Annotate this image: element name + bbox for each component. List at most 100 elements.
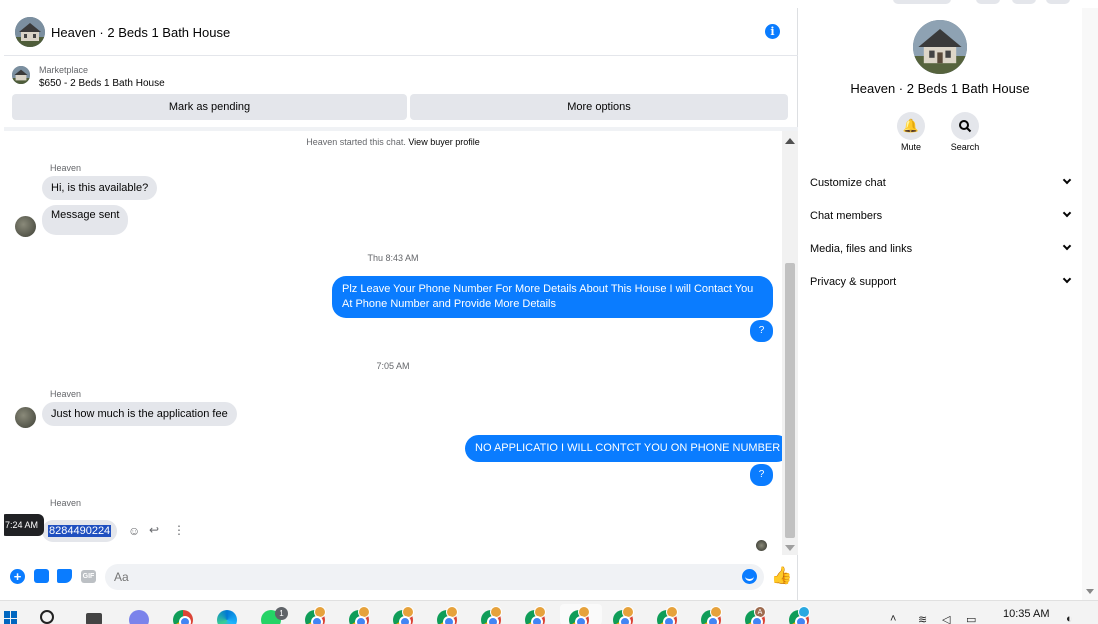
- conversation-name: Heaven · 2 Beds 1 Bath House: [850, 81, 1030, 96]
- section-label: Privacy & support: [810, 276, 897, 288]
- search-label: Search: [950, 142, 980, 152]
- info-icon[interactable]: i: [765, 24, 780, 39]
- message-scrollbar[interactable]: [782, 131, 798, 555]
- search-icon[interactable]: [951, 112, 979, 140]
- reply-icon[interactable]: ↩: [149, 523, 159, 537]
- chevron-down-icon: [1062, 208, 1072, 218]
- chrome-profile-icon[interactable]: [789, 606, 810, 624]
- scroll-down-arrow[interactable]: [785, 545, 795, 551]
- listing-thumbnail: [12, 66, 30, 84]
- incoming-message[interactable]: Hi, is this available?: [42, 176, 158, 200]
- sender-avatar[interactable]: [15, 216, 36, 237]
- react-icon[interactable]: ☺: [128, 524, 140, 538]
- gif-icon[interactable]: GIF: [81, 570, 96, 583]
- edge-icon[interactable]: [217, 610, 237, 624]
- listing-title: $650 - 2 Beds 1 Bath House: [39, 78, 165, 89]
- mark-as-pending-button[interactable]: Mark as pending: [12, 94, 407, 120]
- plus-icon[interactable]: +: [10, 569, 25, 584]
- scroll-up-arrow[interactable]: [785, 138, 795, 144]
- hover-timestamp-tooltip: 7:24 AM: [4, 514, 44, 536]
- search-icon[interactable]: [40, 610, 54, 624]
- section-customize-chat[interactable]: Customize chat: [810, 174, 1072, 194]
- taskbar-clock[interactable]: 10:35 AM: [1003, 608, 1049, 620]
- scroll-thumb[interactable]: [785, 263, 795, 538]
- profile-icon: [490, 606, 502, 618]
- outgoing-message[interactable]: NO APPLICATIO I WILL CONTCT YOU ON PHONE…: [465, 435, 782, 462]
- chrome-icon[interactable]: [173, 610, 193, 624]
- chrome-profile-icon[interactable]: [613, 606, 634, 624]
- wifi-icon[interactable]: ≋: [918, 613, 927, 624]
- more-actions-icon[interactable]: ⋮: [173, 523, 185, 537]
- chevron-up-icon[interactable]: ˄: [890, 613, 896, 624]
- sticker-icon[interactable]: [57, 569, 72, 583]
- top-pill: [1046, 0, 1070, 4]
- conversation-avatar[interactable]: [913, 20, 967, 74]
- conversation-info-panel: Heaven · 2 Beds 1 Bath House 🔔 Mute Sear…: [798, 8, 1082, 600]
- page-scrollbar[interactable]: [1082, 8, 1098, 600]
- browser-top-strip: [0, 0, 1098, 8]
- sender-avatar[interactable]: [15, 407, 36, 428]
- chrome-profile-icon[interactable]: [437, 606, 458, 624]
- house-icon: [913, 20, 967, 74]
- message-input[interactable]: [105, 564, 764, 590]
- chevron-down-icon: [1062, 241, 1072, 251]
- marketplace-label: Marketplace: [39, 65, 89, 75]
- battery-icon[interactable]: ▭: [966, 613, 976, 624]
- notification-icon[interactable]: ◐: [1066, 613, 1073, 624]
- chat-avatar[interactable]: [15, 17, 45, 47]
- marketplace-listing-row[interactable]: Marketplace $650 - 2 Beds 1 Bath House: [4, 57, 798, 97]
- profile-icon: [578, 606, 590, 618]
- phone-number-text[interactable]: 8284490224: [48, 525, 112, 537]
- section-label: Chat members: [810, 210, 883, 222]
- outgoing-message[interactable]: ?: [750, 464, 773, 486]
- scroll-down-arrow[interactable]: [1086, 589, 1094, 594]
- chrome-profile-icon[interactable]: [701, 606, 722, 624]
- chrome-profile-icon[interactable]: [525, 606, 546, 624]
- photo-icon[interactable]: [34, 569, 49, 583]
- profile-icon: [534, 606, 546, 618]
- chrome-profile-icon[interactable]: [569, 606, 590, 624]
- bell-icon[interactable]: 🔔: [897, 112, 925, 140]
- sender-name: Heaven: [50, 389, 82, 399]
- windows-start-icon[interactable]: [4, 611, 18, 624]
- chrome-profile-icon[interactable]: A: [745, 606, 766, 624]
- teams-icon[interactable]: [129, 610, 149, 624]
- more-options-button[interactable]: More options: [410, 94, 788, 120]
- chrome-profile-icon[interactable]: [349, 606, 370, 624]
- outgoing-message[interactable]: ?: [750, 320, 773, 342]
- windows-taskbar: 1 A ˄ ≋ ◁ ▭ 10:35 AM ◐: [0, 600, 1098, 624]
- profile-icon: [446, 606, 458, 618]
- outgoing-message[interactable]: Plz Leave Your Phone Number For More Det…: [332, 276, 773, 318]
- view-buyer-profile-link[interactable]: View buyer profile: [408, 137, 479, 147]
- chevron-down-icon: [1062, 175, 1072, 185]
- house-icon: [12, 66, 30, 84]
- section-privacy-support[interactable]: Privacy & support: [810, 273, 1072, 293]
- profile-icon: [798, 606, 810, 618]
- chat-title[interactable]: Heaven · 2 Beds 1 Bath House: [51, 25, 230, 40]
- task-view-icon[interactable]: [86, 613, 102, 624]
- thumbs-up-icon[interactable]: 👍: [771, 566, 792, 586]
- top-pill: [1012, 0, 1036, 4]
- incoming-message[interactable]: 8284490224: [42, 520, 118, 542]
- profile-icon: [314, 606, 326, 618]
- profile-icon: [622, 606, 634, 618]
- chrome-profile-icon[interactable]: [305, 606, 326, 624]
- incoming-message[interactable]: Message sent: [42, 205, 129, 235]
- profile-letter: A: [754, 606, 766, 618]
- emoji-icon[interactable]: [742, 569, 757, 584]
- top-pill: [976, 0, 1000, 4]
- section-chat-members[interactable]: Chat members: [810, 207, 1072, 227]
- chrome-profile-icon[interactable]: [657, 606, 678, 624]
- volume-icon[interactable]: ◁: [942, 613, 950, 624]
- incoming-message[interactable]: Just how much is the application fee: [42, 402, 237, 426]
- notification-badge: 1: [275, 607, 288, 620]
- timestamp: Thu 8:43 AM: [367, 253, 419, 263]
- chrome-profile-icon[interactable]: [481, 606, 502, 624]
- message-list[interactable]: Heaven started this chat. View buyer pro…: [4, 131, 782, 555]
- section-media-files-links[interactable]: Media, files and links: [810, 240, 1072, 260]
- chat-panel: Heaven · 2 Beds 1 Bath House i Marketpla…: [4, 8, 798, 600]
- chrome-profile-icon[interactable]: [393, 606, 414, 624]
- profile-icon: [358, 606, 370, 618]
- mute-label: Mute: [900, 142, 921, 152]
- timestamp: 7:05 AM: [376, 361, 410, 371]
